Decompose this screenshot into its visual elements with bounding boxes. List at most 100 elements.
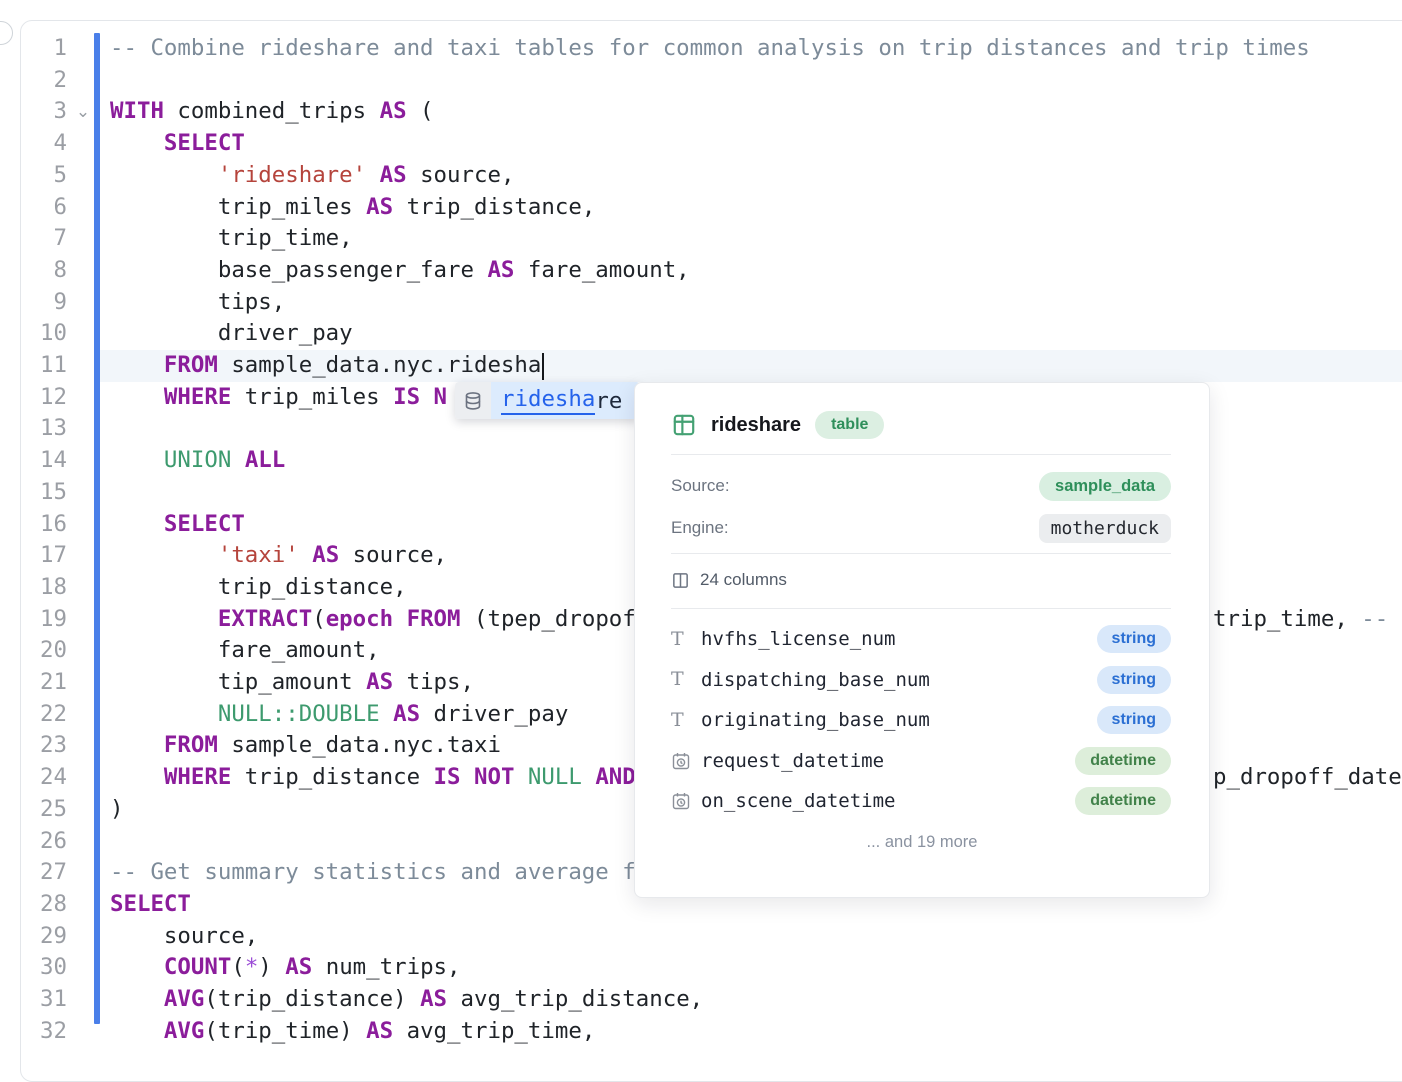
datetime-type-icon (671, 791, 691, 811)
line-number[interactable]: 29 (20, 921, 67, 953)
line-number[interactable]: 22 (20, 699, 67, 731)
column-name: dispatching_base_num (701, 669, 1097, 691)
code-line[interactable]: source, (110, 921, 258, 953)
text-type-icon: T (671, 630, 684, 649)
column-name: hvfhs_license_num (701, 628, 1097, 650)
engine-label: Engine: (671, 518, 729, 538)
line-number[interactable]: 21 (20, 667, 67, 699)
code-line[interactable]: trip_time, (110, 223, 353, 255)
line-number[interactable]: 3 (20, 96, 67, 128)
change-marker-bar (94, 33, 100, 1024)
line-number[interactable]: 15 (20, 477, 67, 509)
code-line[interactable]: trip_distance, (110, 572, 407, 604)
source-row: Source: sample_data (671, 469, 1171, 503)
columns-summary: 24 columns (671, 565, 1171, 595)
line-number[interactable]: 7 (20, 223, 67, 255)
line-number[interactable]: 31 (20, 984, 67, 1016)
line-number[interactable]: 16 (20, 509, 67, 541)
code-line[interactable]: AVG(trip_time) AS avg_trip_time, (110, 1016, 595, 1048)
code-line[interactable]: WITH combined_trips AS ( (110, 96, 434, 128)
more-columns-text: ... and 19 more (635, 833, 1209, 852)
fold-chevron-icon[interactable]: ⌄ (74, 96, 92, 128)
code-line[interactable]: fare_amount, (110, 635, 380, 667)
code-line[interactable]: driver_pay (110, 318, 353, 350)
table-card-header: rideshare table (671, 407, 1171, 443)
text-cursor (542, 353, 544, 380)
line-number[interactable]: 28 (20, 889, 67, 921)
line-number[interactable]: 10 (20, 318, 67, 350)
engine-row: Engine: motherduck (671, 511, 1171, 545)
line-number[interactable]: 4 (20, 128, 67, 160)
line-number[interactable]: 23 (20, 730, 67, 762)
autocomplete-rest-text: re (595, 388, 622, 414)
datetime-type-icon (671, 751, 691, 771)
code-line[interactable]: trip_miles AS trip_distance, (110, 192, 595, 224)
column-row: request_datetimedatetime (671, 745, 1171, 777)
line-number[interactable]: 9 (20, 287, 67, 319)
column-row: Thvfhs_license_numstring (671, 623, 1171, 655)
line-number[interactable]: 27 (20, 857, 67, 889)
code-line[interactable]: SELECT (110, 128, 245, 160)
engine-value-badge: motherduck (1039, 514, 1171, 543)
column-type-badge: string (1097, 706, 1171, 734)
code-line[interactable]: tips, (110, 287, 285, 319)
code-line[interactable]: ) (110, 794, 123, 826)
code-line[interactable]: NULL::DOUBLE AS driver_pay (110, 699, 568, 731)
source-value-badge: sample_data (1039, 472, 1171, 501)
database-icon (455, 382, 491, 419)
line-number[interactable]: 26 (20, 826, 67, 858)
code-line[interactable]: WHERE trip_distance IS NOT NULL AND (110, 762, 636, 794)
code-line[interactable]: FROM sample_data.nyc.ridesha (110, 350, 541, 382)
code-line[interactable]: UNION ALL (110, 445, 285, 477)
code-line[interactable]: EXTRACT(epoch FROM (tpep_dropof (110, 604, 636, 636)
line-number[interactable]: 17 (20, 540, 67, 572)
line-number[interactable]: 1 (20, 33, 67, 65)
code-line[interactable]: tip_amount AS tips, (110, 667, 474, 699)
line-number[interactable]: 8 (20, 255, 67, 287)
code-line[interactable]: 'rideshare' AS source, (110, 160, 514, 192)
code-line[interactable]: FROM sample_data.nyc.taxi (110, 730, 501, 762)
line-number[interactable]: 13 (20, 413, 67, 445)
table-card-title: rideshare (711, 414, 801, 437)
code-line[interactable]: -- Get summary statistics and average f (110, 857, 636, 889)
line-number[interactable]: 30 (20, 952, 67, 984)
column-type-badge: string (1097, 666, 1171, 694)
code-line[interactable]: COUNT(*) AS num_trips, (110, 952, 461, 984)
autocomplete-match-text: ridesha (501, 386, 595, 415)
line-number[interactable]: 12 (20, 382, 67, 414)
autocomplete-item-rideshare[interactable]: rideshare (491, 382, 640, 419)
line-number[interactable]: 2 (20, 65, 67, 97)
column-type-badge: datetime (1075, 787, 1171, 815)
code-line[interactable]: base_passenger_fare AS fare_amount, (110, 255, 690, 287)
divider (671, 454, 1171, 455)
column-row: Toriginating_base_numstring (671, 704, 1171, 736)
line-number[interactable]: 6 (20, 192, 67, 224)
autocomplete-popup[interactable]: rideshare (455, 382, 640, 419)
line-number[interactable]: 25 (20, 794, 67, 826)
table-icon (671, 412, 697, 438)
code-line[interactable]: SELECT (110, 509, 245, 541)
panel-collapse-button[interactable] (0, 21, 13, 45)
code-line-fragment[interactable]: trip_time, -- (1213, 604, 1388, 636)
code-line[interactable]: -- Combine rideshare and taxi tables for… (110, 33, 1310, 65)
line-number[interactable]: 5 (20, 160, 67, 192)
divider (671, 553, 1171, 554)
table-type-badge: table (815, 411, 884, 439)
line-number[interactable]: 19 (20, 604, 67, 636)
table-info-card: rideshare table Source: sample_data Engi… (634, 382, 1210, 898)
code-line[interactable]: SELECT (110, 889, 191, 921)
code-line-fragment[interactable]: p_dropoff_datet (1213, 762, 1402, 794)
column-row: Tdispatching_base_numstring (671, 664, 1171, 696)
column-row: on_scene_datetimedatetime (671, 785, 1171, 817)
code-line[interactable]: AVG(trip_distance) AS avg_trip_distance, (110, 984, 703, 1016)
line-number[interactable]: 20 (20, 635, 67, 667)
line-number[interactable]: 24 (20, 762, 67, 794)
line-number[interactable]: 11 (20, 350, 67, 382)
text-type-icon: T (671, 670, 684, 689)
line-number[interactable]: 32 (20, 1016, 67, 1048)
line-number[interactable]: 18 (20, 572, 67, 604)
column-type-badge: string (1097, 625, 1171, 653)
line-number[interactable]: 14 (20, 445, 67, 477)
code-line[interactable]: WHERE trip_miles IS N (110, 382, 447, 414)
code-line[interactable]: 'taxi' AS source, (110, 540, 447, 572)
